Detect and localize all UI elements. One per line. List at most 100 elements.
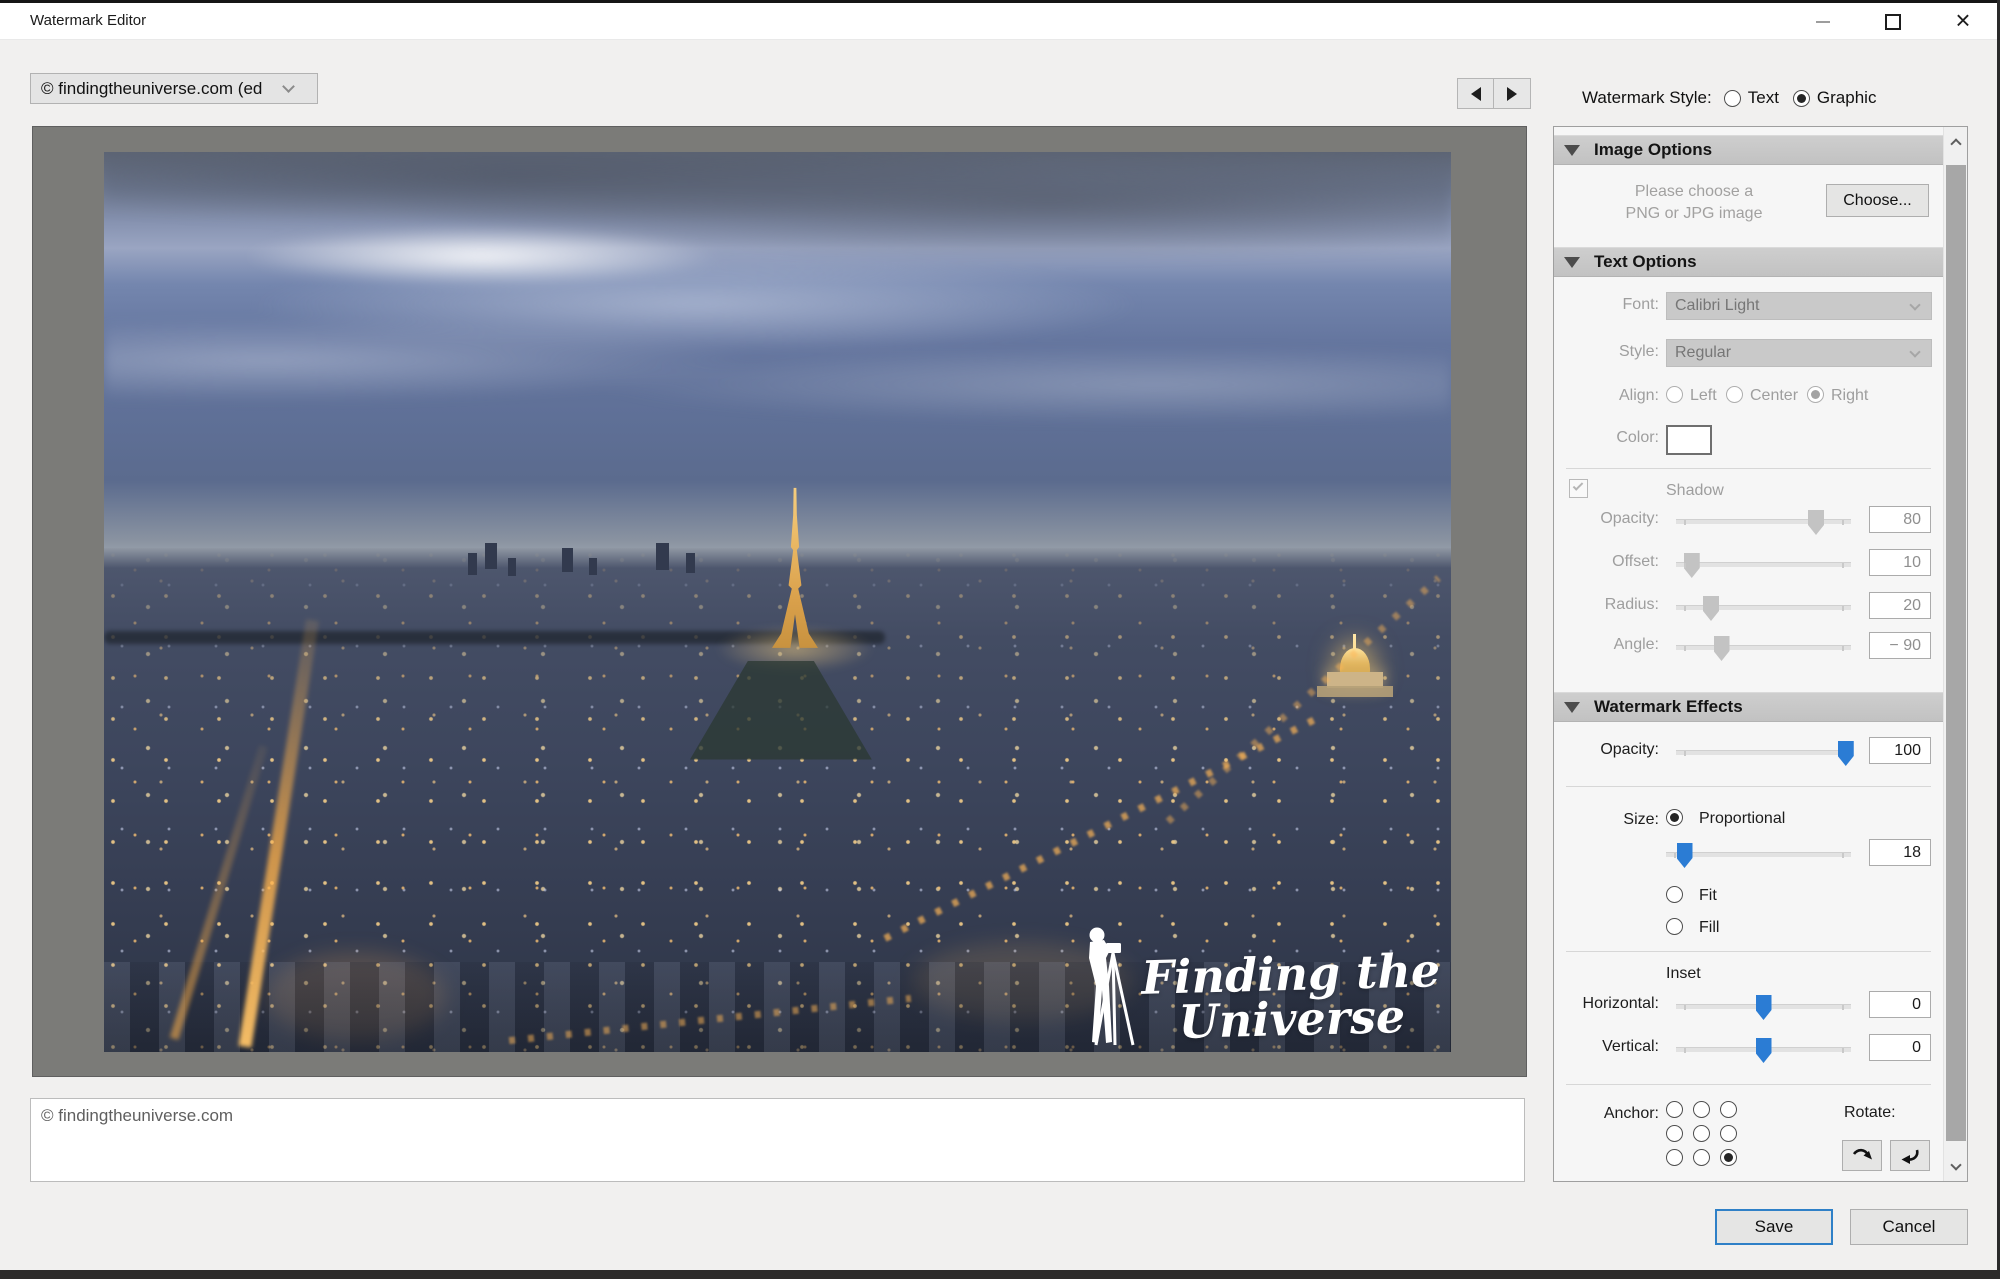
skyline-tower [686,553,695,573]
horizontal-slider[interactable] [1676,1004,1851,1009]
anchor-top-center-radio[interactable] [1693,1101,1710,1118]
cancel-button[interactable]: Cancel [1850,1209,1968,1245]
scrollbar-thumb[interactable] [1946,165,1966,1141]
window-border-bottom [0,1270,2000,1279]
anchor-top-right-radio[interactable] [1720,1101,1737,1118]
watermark-effects-header[interactable]: Watermark Effects [1554,692,1945,722]
image-options-header[interactable]: Image Options [1554,135,1945,165]
shadow-opacity-slider[interactable] [1676,519,1851,524]
shadow-offset-row: Offset: 10 [1554,549,1945,579]
size-slider[interactable] [1666,852,1851,857]
anchor-bottom-center-radio[interactable] [1693,1149,1710,1166]
skyline-tower [562,548,573,572]
rotate-counterclockwise-button[interactable] [1890,1140,1930,1171]
color-row: Color: [1554,425,1945,453]
size-fill-label[interactable]: Fill [1699,919,1719,937]
shadow-angle-label: Angle: [1554,636,1659,654]
shadow-angle-slider[interactable] [1676,645,1851,650]
maximize-icon [1885,14,1901,30]
size-value[interactable]: 18 [1869,839,1931,866]
style-graphic-radio[interactable] [1793,90,1810,107]
effects-opacity-label: Opacity: [1554,741,1659,759]
shadow-checkbox[interactable] [1569,479,1588,498]
scroll-down-button[interactable] [1944,1151,1968,1181]
horizontal-label: Horizontal: [1554,995,1659,1013]
save-button[interactable]: Save [1715,1209,1833,1245]
align-center-label[interactable]: Center [1750,387,1798,405]
scroll-up-button[interactable] [1944,127,1968,157]
style-graphic-label[interactable]: Graphic [1817,88,1877,108]
align-left-radio[interactable] [1666,386,1683,403]
anchor-bottom-right-radio[interactable] [1720,1149,1737,1166]
font-dropdown[interactable]: Calibri Light [1666,292,1932,320]
tick [1684,563,1686,568]
rotate-clockwise-button[interactable] [1842,1140,1882,1171]
shadow-offset-value[interactable]: 10 [1869,549,1931,576]
size-proportional-label[interactable]: Proportional [1699,810,1785,828]
slider-thumb[interactable] [1808,510,1824,535]
skyline-tower [656,543,669,570]
slider-thumb[interactable] [1677,843,1693,868]
slider-thumb[interactable] [1703,596,1719,621]
next-image-button[interactable] [1494,78,1531,109]
shadow-label: Shadow [1666,482,1724,500]
size-fit-radio[interactable] [1666,886,1683,903]
shadow-offset-slider[interactable] [1676,562,1851,567]
minimize-button[interactable] [1795,3,1851,40]
chevron-down-icon [1950,1159,1961,1170]
align-right-radio[interactable] [1807,386,1824,403]
anchor-top-left-radio[interactable] [1666,1101,1683,1118]
anchor-bottom-left-radio[interactable] [1666,1149,1683,1166]
color-swatch[interactable] [1666,425,1712,455]
slider-thumb[interactable] [1756,995,1772,1020]
preview-area: Finding the Universe [32,126,1527,1077]
horizontal-value[interactable]: 0 [1869,991,1931,1018]
size-fill-radio[interactable] [1666,918,1683,935]
size-fit-label[interactable]: Fit [1699,887,1717,905]
text-options-header[interactable]: Text Options [1554,247,1945,277]
watermark-text-input[interactable]: © findingtheuniverse.com [30,1098,1525,1182]
effects-opacity-value[interactable]: 100 [1869,737,1931,764]
dome-wings [1317,686,1393,697]
size-slider-row: 18 [1554,839,1945,869]
shadow-opacity-value[interactable]: 80 [1869,506,1931,533]
previous-image-button[interactable] [1457,78,1494,109]
shadow-radius-slider[interactable] [1676,605,1851,610]
check-icon [1573,480,1584,491]
vertical-value[interactable]: 0 [1869,1034,1931,1061]
window-title: Watermark Editor [30,12,146,29]
watermark-effects-title: Watermark Effects [1594,697,1743,717]
value-text: 100 [1894,742,1921,760]
maximize-button[interactable] [1865,3,1921,40]
slider-thumb[interactable] [1684,553,1700,578]
shadow-angle-value[interactable]: − 90 [1869,632,1931,659]
close-button[interactable]: × [1935,3,1991,40]
slider-thumb[interactable] [1756,1038,1772,1063]
font-style-dropdown[interactable]: Regular [1666,339,1932,367]
align-right-label[interactable]: Right [1831,387,1868,405]
style-text-label[interactable]: Text [1748,88,1779,108]
effects-opacity-slider[interactable] [1676,750,1851,755]
align-left-label[interactable]: Left [1690,387,1717,405]
shadow-radius-value[interactable]: 20 [1869,592,1931,619]
watermark-style-label: Watermark Style: [1582,88,1712,108]
anchor-middle-left-radio[interactable] [1666,1125,1683,1142]
text-options-title: Text Options [1594,252,1697,272]
slider-thumb[interactable] [1838,741,1854,766]
align-label: Align: [1554,387,1659,405]
size-proportional-radio[interactable] [1666,809,1683,826]
anchor-middle-center-radio[interactable] [1693,1125,1710,1142]
fit-row: Fit [1554,884,1945,912]
slider-thumb[interactable] [1714,636,1730,661]
anchor-middle-right-radio[interactable] [1720,1125,1737,1142]
collapse-triangle-icon [1564,702,1580,713]
photographer-silhouette-icon [1076,924,1138,1048]
choose-image-button[interactable]: Choose... [1826,184,1929,217]
light-glow [266,952,446,1042]
vertical-slider[interactable] [1676,1047,1851,1052]
panel-scrollbar[interactable] [1943,127,1967,1181]
preset-dropdown[interactable]: © findingtheuniverse.com (ed [30,73,318,104]
style-text-radio[interactable] [1724,90,1741,107]
align-center-radio[interactable] [1726,386,1743,403]
tick [1842,520,1844,525]
